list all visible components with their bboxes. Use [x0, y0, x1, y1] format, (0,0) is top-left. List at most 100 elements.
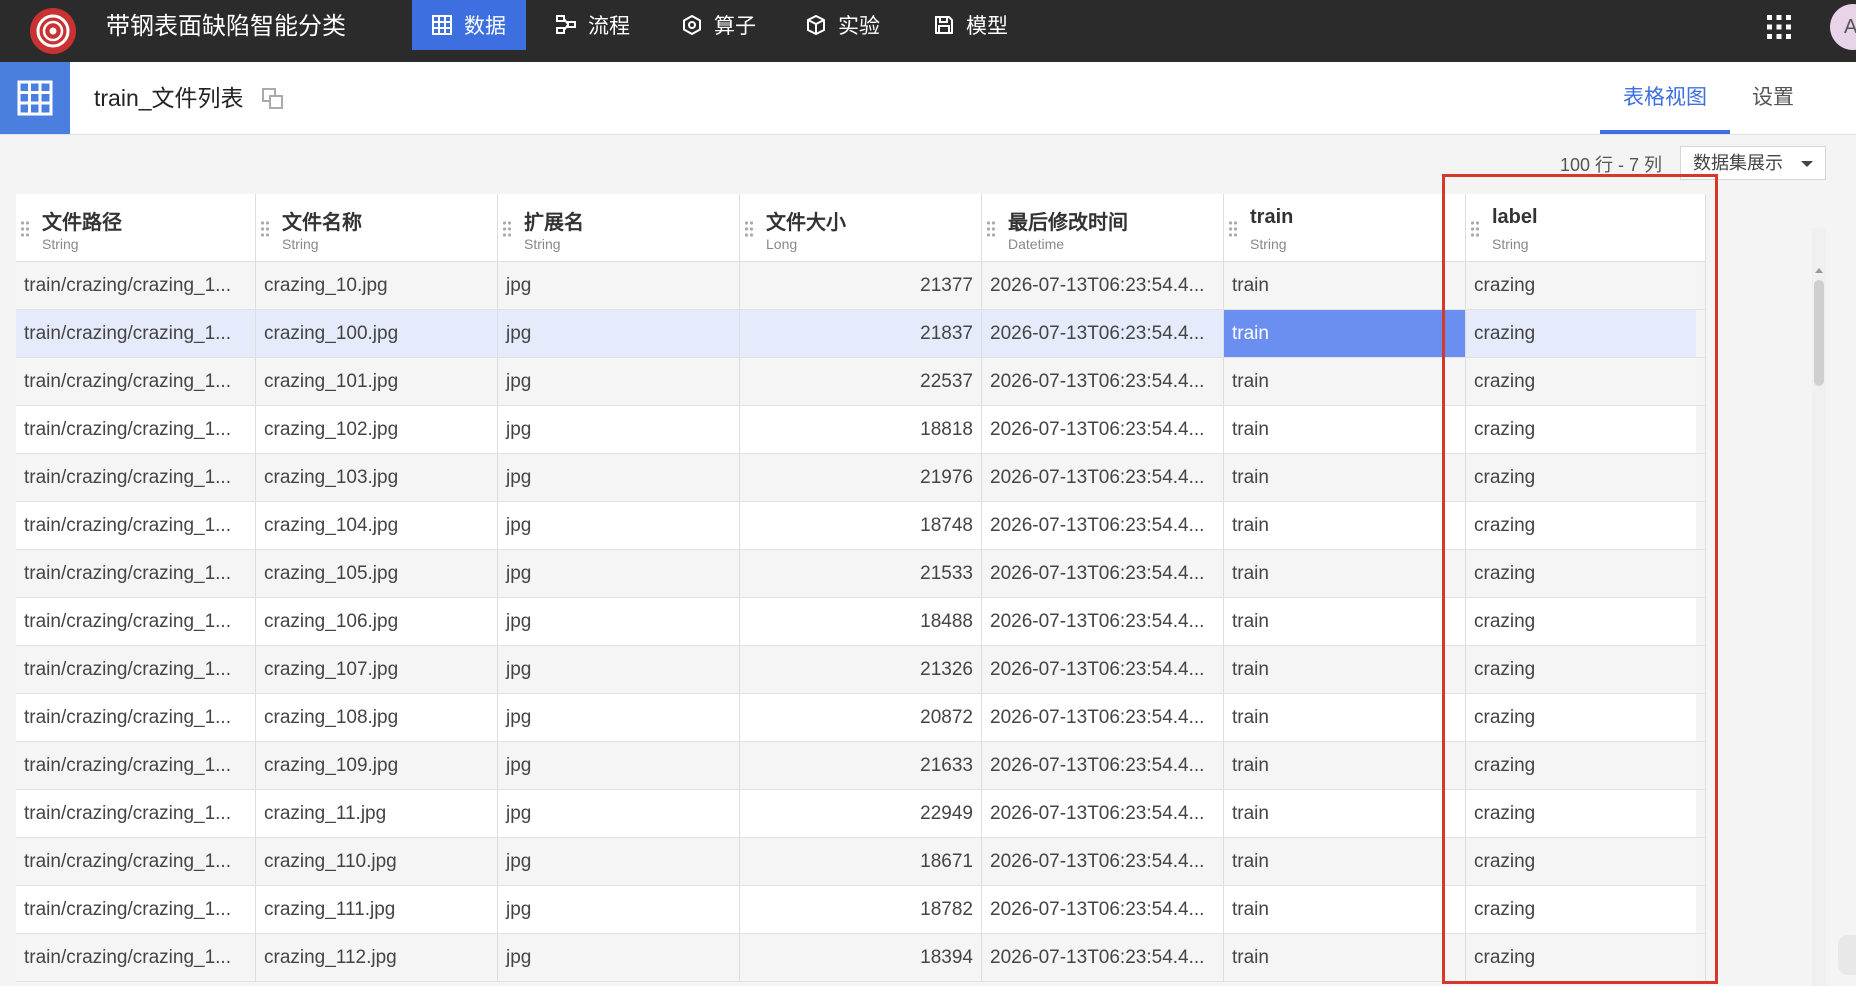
cell-path[interactable]: train/crazing/crazing_1...	[16, 262, 256, 310]
cell-mtime[interactable]: 2026-07-13T06:23:54.4...	[982, 310, 1224, 358]
cell-mtime[interactable]: 2026-07-13T06:23:54.4...	[982, 262, 1224, 310]
cell-label[interactable]: crazing	[1466, 406, 1706, 454]
cell-train[interactable]: train	[1224, 886, 1466, 934]
cell-name[interactable]: crazing_11.jpg	[256, 790, 498, 838]
cell-name[interactable]: crazing_107.jpg	[256, 646, 498, 694]
drag-handle-icon[interactable]	[986, 220, 996, 243]
column-header-train[interactable]: train String	[1224, 194, 1466, 262]
cell-train[interactable]: train	[1224, 838, 1466, 886]
cell-mtime[interactable]: 2026-07-13T06:23:54.4...	[982, 790, 1224, 838]
cell-size[interactable]: 22537	[740, 358, 982, 406]
cell-size[interactable]: 20872	[740, 694, 982, 742]
table-row[interactable]: train/crazing/crazing_1... crazing_101.jp…	[16, 358, 1706, 406]
nav-data[interactable]: 数据	[412, 0, 526, 50]
column-header-label[interactable]: label String	[1466, 194, 1706, 262]
table-row[interactable]: train/crazing/crazing_1... crazing_11.jpg…	[16, 790, 1706, 838]
cell-train[interactable]: train	[1224, 262, 1466, 310]
cell-path[interactable]: train/crazing/crazing_1...	[16, 742, 256, 790]
cell-ext[interactable]: jpg	[498, 262, 740, 310]
cell-ext[interactable]: jpg	[498, 598, 740, 646]
cell-name[interactable]: crazing_101.jpg	[256, 358, 498, 406]
cell-size[interactable]: 21633	[740, 742, 982, 790]
cell-train[interactable]: train	[1224, 598, 1466, 646]
cell-ext[interactable]: jpg	[498, 934, 740, 982]
cell-mtime[interactable]: 2026-07-13T06:23:54.4...	[982, 550, 1224, 598]
cell-size[interactable]: 18488	[740, 598, 982, 646]
cell-ext[interactable]: jpg	[498, 694, 740, 742]
scroll-up-arrow-icon[interactable]	[1815, 268, 1823, 273]
column-header-name[interactable]: 文件名称 String	[256, 194, 498, 262]
cell-ext[interactable]: jpg	[498, 550, 740, 598]
cell-path[interactable]: train/crazing/crazing_1...	[16, 502, 256, 550]
cell-size[interactable]: 21837	[740, 310, 982, 358]
cell-path[interactable]: train/crazing/crazing_1...	[16, 550, 256, 598]
cell-train[interactable]: train	[1224, 742, 1466, 790]
cell-size[interactable]: 18394	[740, 934, 982, 982]
cell-mtime[interactable]: 2026-07-13T06:23:54.4...	[982, 742, 1224, 790]
cell-name[interactable]: crazing_106.jpg	[256, 598, 498, 646]
table-row[interactable]: train/crazing/crazing_1... crazing_105.jp…	[16, 550, 1706, 598]
user-avatar[interactable]: A	[1830, 4, 1856, 50]
cell-mtime[interactable]: 2026-07-13T06:23:54.4...	[982, 502, 1224, 550]
nav-model[interactable]: 模型	[934, 0, 1008, 50]
column-header-mtime[interactable]: 最后修改时间 Datetime	[982, 194, 1224, 262]
cell-label[interactable]: crazing	[1466, 646, 1706, 694]
vertical-scrollbar[interactable]	[1812, 228, 1826, 986]
table-row[interactable]: train/crazing/crazing_1... crazing_103.jp…	[16, 454, 1706, 502]
cell-train[interactable]: train	[1224, 310, 1466, 358]
cell-name[interactable]: crazing_112.jpg	[256, 934, 498, 982]
cell-size[interactable]: 21976	[740, 454, 982, 502]
drag-handle-icon[interactable]	[1470, 220, 1480, 243]
cell-ext[interactable]: jpg	[498, 790, 740, 838]
table-row[interactable]: train/crazing/crazing_1... crazing_108.jp…	[16, 694, 1706, 742]
cell-train[interactable]: train	[1224, 934, 1466, 982]
cell-train[interactable]: train	[1224, 646, 1466, 694]
cell-train[interactable]: train	[1224, 694, 1466, 742]
cell-name[interactable]: crazing_104.jpg	[256, 502, 498, 550]
column-header-path[interactable]: 文件路径 String	[16, 194, 256, 262]
side-panel-toggle[interactable]	[1838, 935, 1856, 975]
cell-train[interactable]: train	[1224, 502, 1466, 550]
cell-ext[interactable]: jpg	[498, 406, 740, 454]
cell-path[interactable]: train/crazing/crazing_1...	[16, 406, 256, 454]
cell-label[interactable]: crazing	[1466, 310, 1706, 358]
cell-label[interactable]: crazing	[1466, 262, 1706, 310]
cell-mtime[interactable]: 2026-07-13T06:23:54.4...	[982, 598, 1224, 646]
cell-size[interactable]: 21377	[740, 262, 982, 310]
cell-size[interactable]: 18782	[740, 886, 982, 934]
cell-ext[interactable]: jpg	[498, 838, 740, 886]
copy-icon[interactable]	[262, 88, 284, 115]
table-row[interactable]: train/crazing/crazing_1... crazing_107.jp…	[16, 646, 1706, 694]
cell-label[interactable]: crazing	[1466, 934, 1706, 982]
cell-size[interactable]: 21326	[740, 646, 982, 694]
cell-size[interactable]: 18671	[740, 838, 982, 886]
cell-name[interactable]: crazing_100.jpg	[256, 310, 498, 358]
cell-label[interactable]: crazing	[1466, 886, 1706, 934]
cell-ext[interactable]: jpg	[498, 502, 740, 550]
table-row[interactable]: train/crazing/crazing_1... crazing_100.jp…	[16, 310, 1706, 358]
tab-settings[interactable]: 设置	[1752, 62, 1794, 134]
drag-handle-icon[interactable]	[502, 220, 512, 243]
cell-path[interactable]: train/crazing/crazing_1...	[16, 934, 256, 982]
view-mode-select[interactable]: 数据集展示	[1680, 146, 1826, 180]
app-logo-icon[interactable]	[30, 8, 76, 54]
cell-train[interactable]: train	[1224, 358, 1466, 406]
cell-ext[interactable]: jpg	[498, 886, 740, 934]
table-row[interactable]: train/crazing/crazing_1... crazing_104.jp…	[16, 502, 1706, 550]
table-row[interactable]: train/crazing/crazing_1... crazing_112.jp…	[16, 934, 1706, 982]
cell-ext[interactable]: jpg	[498, 742, 740, 790]
cell-label[interactable]: crazing	[1466, 454, 1706, 502]
cell-label[interactable]: crazing	[1466, 502, 1706, 550]
cell-train[interactable]: train	[1224, 550, 1466, 598]
nav-flow[interactable]: 流程	[556, 0, 630, 50]
column-header-size[interactable]: 文件大小 Long	[740, 194, 982, 262]
nav-operator[interactable]: 算子	[682, 0, 756, 50]
cell-label[interactable]: crazing	[1466, 550, 1706, 598]
cell-label[interactable]: crazing	[1466, 790, 1706, 838]
table-row[interactable]: train/crazing/crazing_1... crazing_109.jp…	[16, 742, 1706, 790]
cell-name[interactable]: crazing_108.jpg	[256, 694, 498, 742]
table-row[interactable]: train/crazing/crazing_1... crazing_106.jp…	[16, 598, 1706, 646]
cell-path[interactable]: train/crazing/crazing_1...	[16, 598, 256, 646]
cell-train[interactable]: train	[1224, 406, 1466, 454]
apps-grid-icon[interactable]	[1766, 14, 1792, 45]
